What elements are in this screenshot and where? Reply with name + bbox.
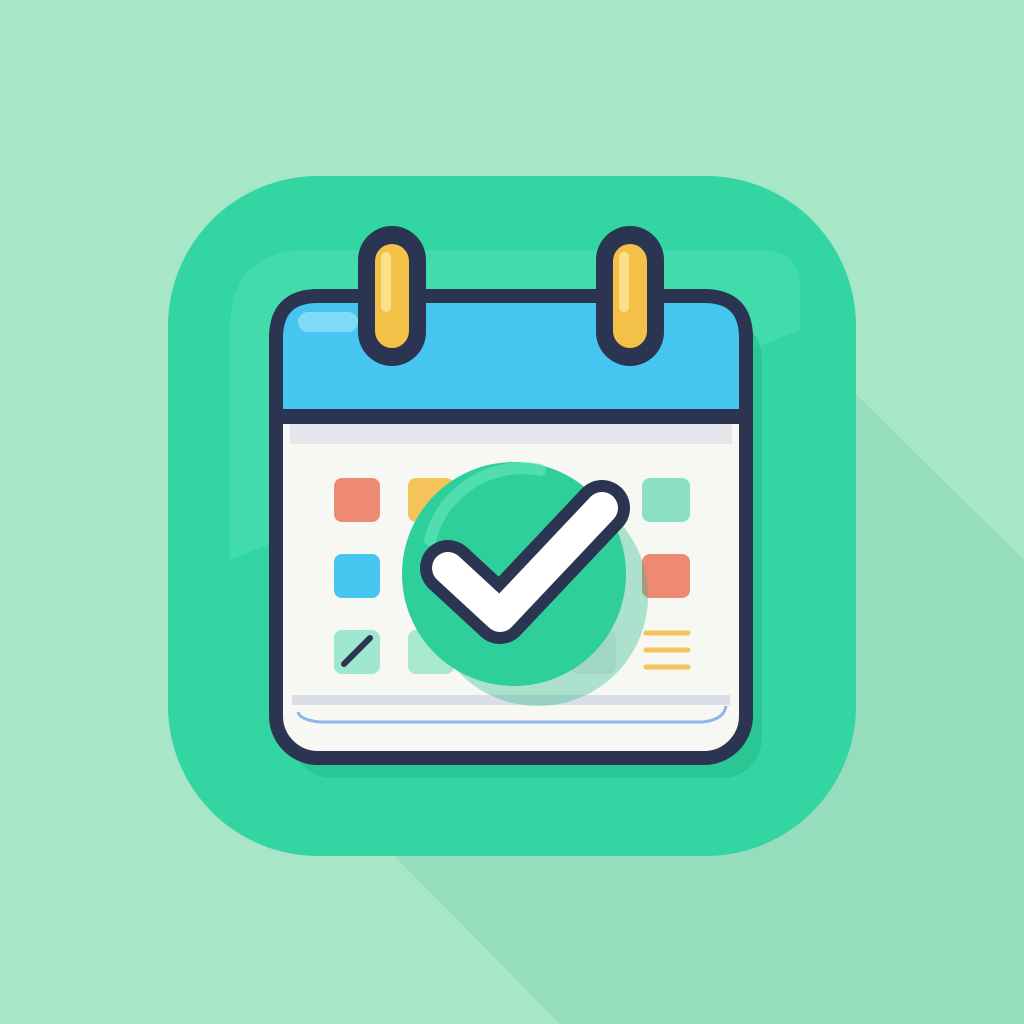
calendar-check-icon xyxy=(168,176,1024,1024)
app-icon-canvas xyxy=(0,0,1024,1024)
cell-teal xyxy=(642,478,690,522)
cell-blue xyxy=(334,554,380,598)
ring-right-icon xyxy=(596,226,664,366)
body-top-shade xyxy=(290,424,732,444)
cell-red xyxy=(334,478,380,522)
cell-red-right xyxy=(642,554,690,598)
ring-left-icon xyxy=(358,226,426,366)
header-divider xyxy=(283,410,739,424)
header-shine xyxy=(298,312,358,332)
